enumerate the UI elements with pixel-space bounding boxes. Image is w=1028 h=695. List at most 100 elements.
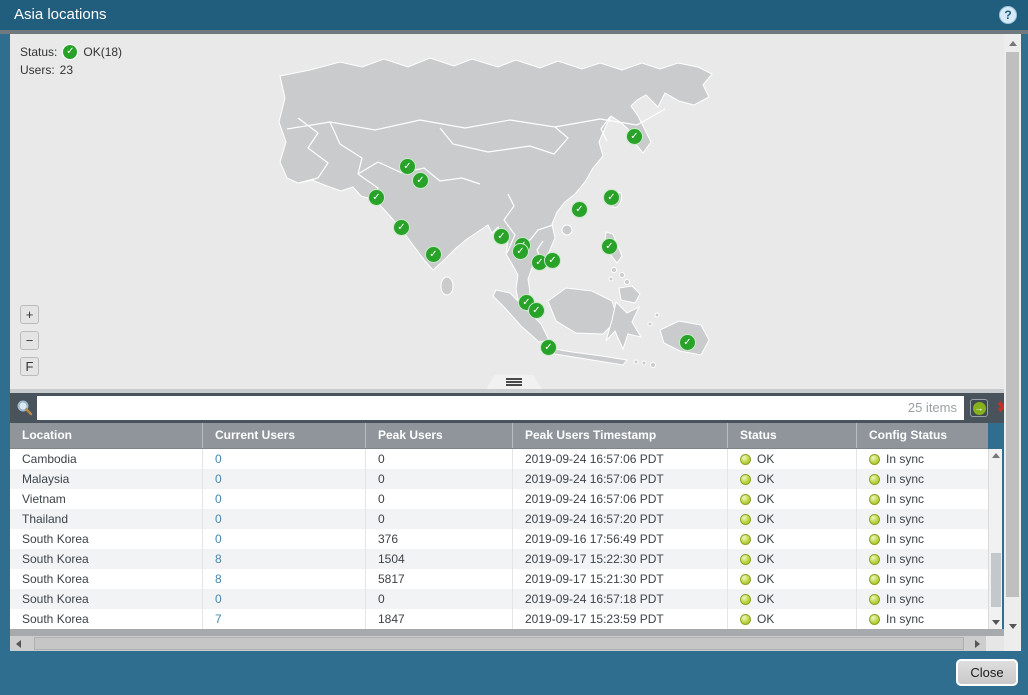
table-row[interactable]: Malaysia002019-09-24 16:57:06 PDTOKIn sy…	[10, 469, 988, 489]
cell-config-status: In sync	[856, 569, 988, 589]
cell-peak-users-timestamp: 2019-09-24 16:57:18 PDT	[512, 589, 727, 609]
items-count: 25 items	[908, 396, 957, 420]
cell-current-users[interactable]: 0	[202, 489, 365, 509]
cell-current-users[interactable]: 0	[202, 469, 365, 489]
table-header: LocationCurrent UsersPeak UsersPeak User…	[10, 423, 988, 449]
cell-peak-users: 0	[365, 489, 512, 509]
column-header-peak-users-timestamp[interactable]: Peak Users Timestamp	[512, 423, 727, 448]
cell-config-status: In sync	[856, 489, 988, 509]
map-panel[interactable]: ✓✓✓✓✓✓✓✓✓✓✓✓✓✓✓✓✓✓ Status: ✓ OK(18) User…	[10, 34, 1004, 389]
apply-filter-button[interactable]: →	[970, 399, 988, 417]
filter-field: 25 items	[37, 396, 964, 420]
scroll-right-icon[interactable]	[975, 640, 980, 648]
location-ok-marker[interactable]: ✓	[626, 128, 643, 145]
table-vertical-scrollbar[interactable]	[988, 449, 1002, 629]
table-scroll-up-icon[interactable]	[992, 453, 1000, 458]
config-status-orb-icon	[869, 554, 880, 565]
map-fit-button[interactable]: F	[20, 357, 39, 376]
cell-config-status: In sync	[856, 509, 988, 529]
scrollbar-corner	[986, 636, 1004, 651]
cell-current-users[interactable]: 7	[202, 609, 365, 629]
location-ok-marker[interactable]: ✓	[528, 302, 545, 319]
config-status-text: In sync	[886, 469, 924, 489]
cell-current-users[interactable]: 8	[202, 549, 365, 569]
status-orb-icon	[740, 594, 751, 605]
table-row[interactable]: South Korea03762019-09-16 17:56:49 PDTOK…	[10, 529, 988, 549]
location-ok-marker[interactable]: ✓	[540, 339, 557, 356]
table-scroll-thumb[interactable]	[991, 553, 1001, 607]
search-icon	[16, 399, 34, 417]
column-header-current-users[interactable]: Current Users	[202, 423, 365, 448]
location-ok-marker[interactable]: ✓	[412, 172, 429, 189]
location-ok-marker[interactable]: ✓	[425, 246, 442, 263]
asia-locations-dialog: Asia locations ?	[0, 0, 1028, 695]
location-ok-marker[interactable]: ✓	[603, 189, 620, 206]
cell-status: OK	[727, 589, 856, 609]
cell-location: South Korea	[10, 529, 202, 549]
status-text: OK	[757, 449, 774, 469]
location-ok-marker[interactable]: ✓	[368, 189, 385, 206]
cell-peak-users-timestamp: 2019-09-17 15:23:59 PDT	[512, 609, 727, 629]
status-orb-icon	[740, 614, 751, 625]
location-ok-marker[interactable]: ✓	[601, 238, 618, 255]
horizontal-scrollbar[interactable]	[10, 636, 1004, 651]
horizontal-scroll-thumb[interactable]	[34, 637, 964, 650]
cell-config-status: In sync	[856, 549, 988, 569]
splitter-grip-icon	[506, 378, 522, 386]
config-status-text: In sync	[886, 589, 924, 609]
asia-map-graphic	[10, 34, 1004, 389]
table-row[interactable]: South Korea858172019-09-17 15:21:30 PDTO…	[10, 569, 988, 589]
cell-current-users[interactable]: 0	[202, 529, 365, 549]
table-row[interactable]: South Korea718472019-09-17 15:23:59 PDTO…	[10, 609, 988, 629]
location-ok-marker[interactable]: ✓	[544, 252, 561, 269]
cell-current-users[interactable]: 0	[202, 449, 365, 469]
column-header-status[interactable]: Status	[727, 423, 856, 448]
dialog-scroll-down-icon[interactable]	[1009, 624, 1017, 629]
cell-location: South Korea	[10, 589, 202, 609]
cell-current-users[interactable]: 0	[202, 509, 365, 529]
close-button[interactable]: Close	[956, 659, 1018, 686]
dialog-scroll-up-icon[interactable]	[1009, 41, 1017, 46]
location-ok-marker[interactable]: ✓	[493, 228, 510, 245]
cell-peak-users: 0	[365, 589, 512, 609]
location-ok-marker[interactable]: ✓	[679, 334, 696, 351]
table-row[interactable]: Vietnam002019-09-24 16:57:06 PDTOKIn syn…	[10, 489, 988, 509]
help-icon[interactable]: ?	[999, 6, 1017, 24]
config-status-orb-icon	[869, 474, 880, 485]
dialog-scroll-thumb[interactable]	[1006, 52, 1019, 597]
status-text: OK	[757, 509, 774, 529]
map-zoom-in-button[interactable]: +	[20, 305, 39, 324]
dialog-vertical-scrollbar[interactable]	[1004, 34, 1021, 651]
status-ok-check-icon: ✓	[62, 44, 78, 60]
table-row[interactable]: Cambodia002019-09-24 16:57:06 PDTOKIn sy…	[10, 449, 988, 469]
cell-current-users[interactable]: 8	[202, 569, 365, 589]
cell-peak-users: 1504	[365, 549, 512, 569]
scroll-left-icon[interactable]	[16, 640, 21, 648]
map-table-splitter[interactable]	[486, 375, 542, 389]
status-orb-icon	[740, 574, 751, 585]
column-header-peak-users[interactable]: Peak Users	[365, 423, 512, 448]
cell-status: OK	[727, 569, 856, 589]
column-header-location[interactable]: Location	[10, 423, 202, 448]
cell-config-status: In sync	[856, 449, 988, 469]
filter-input[interactable]	[37, 396, 964, 420]
table-scroll-down-icon[interactable]	[992, 620, 1000, 625]
location-ok-marker[interactable]: ✓	[512, 243, 529, 260]
status-text: OK	[757, 589, 774, 609]
location-ok-marker[interactable]: ✓	[399, 158, 416, 175]
cell-config-status: In sync	[856, 589, 988, 609]
table-row[interactable]: South Korea002019-09-24 16:57:18 PDTOKIn…	[10, 589, 988, 609]
title-bar: Asia locations ?	[0, 0, 1028, 30]
table-row[interactable]: South Korea815042019-09-17 15:22:30 PDTO…	[10, 549, 988, 569]
table-row[interactable]: Thailand002019-09-24 16:57:20 PDTOKIn sy…	[10, 509, 988, 529]
map-zoom-out-button[interactable]: −	[20, 331, 39, 350]
location-ok-marker[interactable]: ✓	[393, 219, 410, 236]
cell-current-users[interactable]: 0	[202, 589, 365, 609]
config-status-text: In sync	[886, 549, 924, 569]
cell-config-status: In sync	[856, 529, 988, 549]
cell-peak-users-timestamp: 2019-09-24 16:57:06 PDT	[512, 449, 727, 469]
cell-location: Cambodia	[10, 449, 202, 469]
location-ok-marker[interactable]: ✓	[571, 201, 588, 218]
column-header-config-status[interactable]: Config Status	[856, 423, 988, 448]
search-bar: 25 items → ✖	[10, 393, 1004, 423]
